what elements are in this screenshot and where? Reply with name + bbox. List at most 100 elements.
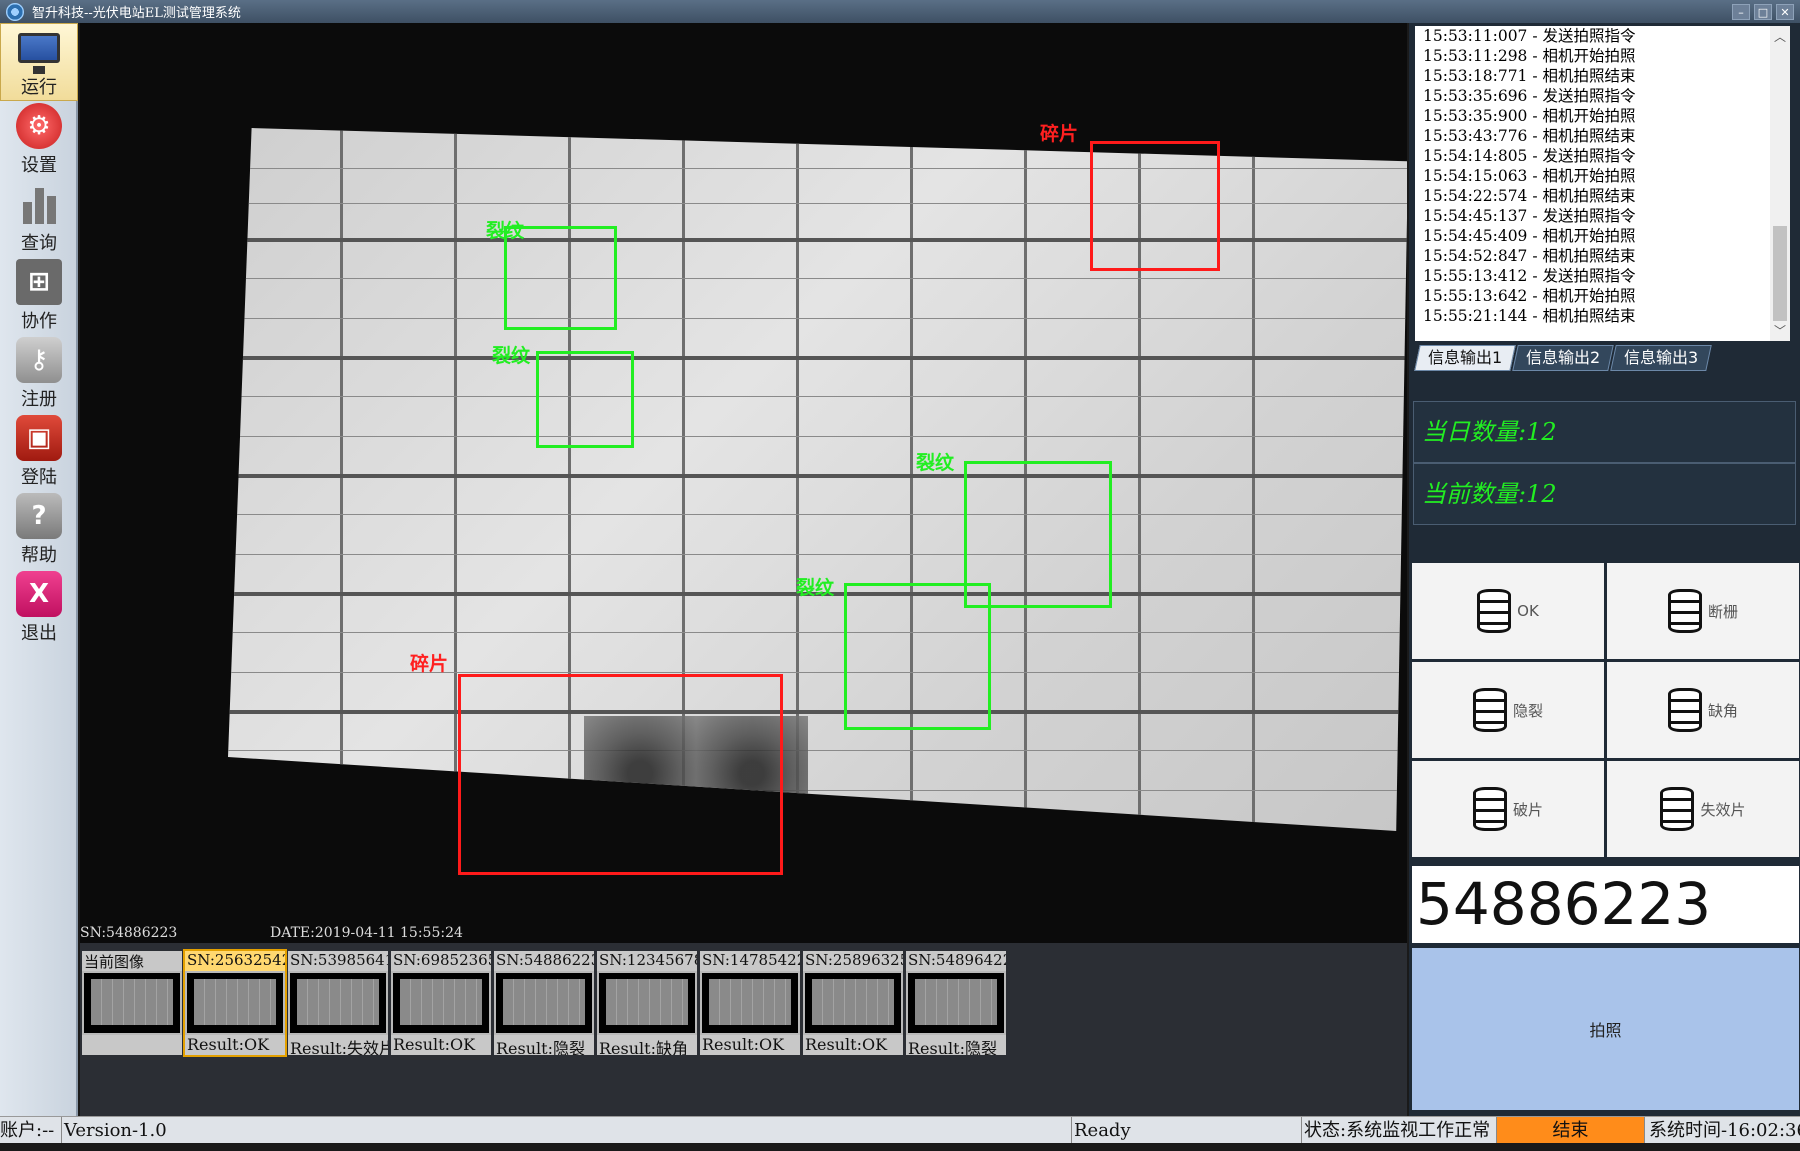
thumbnail-result: Result:失效片 (288, 1035, 388, 1055)
shoot-button[interactable]: 拍照 (1412, 948, 1799, 1110)
maximize-button[interactable]: □ (1754, 3, 1772, 20)
thumbnail-item[interactable]: SN:25632542 Result:OK (183, 949, 287, 1057)
sidebar-item-collab[interactable]: ⊞ 协作 (0, 257, 78, 335)
category-label: 失效片 (1700, 800, 1746, 819)
thumbnail-image (908, 973, 1004, 1033)
category-hidden-crack-button[interactable]: 隐裂 (1412, 662, 1604, 758)
thumbnail-item[interactable]: SN:14785422 Result:OK (700, 951, 800, 1055)
log-line: 15:55:13:642 - 相机开始拍照 (1423, 287, 1636, 305)
database-icon (1660, 787, 1695, 831)
tab-output-2[interactable]: 信息输出2 (1512, 345, 1615, 371)
defect-label: 裂纹 (916, 452, 955, 474)
current-count: 当前数量:12 (1413, 463, 1796, 525)
key-icon: ⚷ (16, 337, 62, 383)
title-bar: 智升科技--光伏电站EL测试管理系统 – □ ✕ (0, 0, 1800, 23)
category-label: 隐裂 (1512, 701, 1543, 720)
log-scrollbar[interactable]: ︿ ﹀ (1770, 26, 1790, 341)
status-account: 账户:-- (0, 1116, 62, 1144)
log-line: 15:53:35:696 - 发送拍照指令 (1423, 87, 1636, 105)
database-icon (1472, 688, 1507, 732)
sidebar-item-label: 协作 (21, 311, 57, 332)
thumbnail-image (393, 973, 489, 1033)
defect-box-fragment[interactable] (458, 674, 783, 875)
thumbnail-image (805, 973, 901, 1033)
thumbnail-item[interactable]: SN:53985641 Result:失效片 (288, 951, 388, 1055)
log-line: 15:54:15:063 - 相机开始拍照 (1423, 167, 1636, 185)
thumbnail-sn: SN:54886223 (494, 951, 594, 971)
tab-output-3[interactable]: 信息输出3 (1610, 345, 1713, 371)
defect-box-crack[interactable] (504, 226, 617, 330)
image-date-text: DATE:2019-04-11 15:55:24 (270, 925, 463, 941)
thumbnail-item[interactable]: SN:54886223 Result:隐裂 (494, 951, 594, 1055)
sidebar-item-exit[interactable]: X 退出 (0, 569, 78, 647)
id-card-icon: ▣ (16, 415, 62, 461)
category-broken-grid-button[interactable]: 断栅 (1607, 563, 1799, 659)
thumbnail-strip: 当前图像 SN:25632542 Result:OK SN:53985641 R… (80, 943, 1407, 1116)
thumbnail-result: Result:缺角 (597, 1035, 697, 1055)
log-line: 15:55:21:144 - 相机拍照结束 (1423, 307, 1636, 325)
minimize-button[interactable]: – (1732, 3, 1750, 20)
category-missing-corner-button[interactable]: 缺角 (1607, 662, 1799, 758)
thumbnail-image (702, 973, 798, 1033)
thumbnail-item[interactable]: SN:54896422 Result:隐裂 (906, 951, 1006, 1055)
log-line: 15:53:18:771 - 相机拍照结束 (1423, 67, 1636, 85)
thumbnail-sn: SN:53985641 (288, 951, 388, 971)
category-label: 断栅 (1707, 602, 1738, 621)
thumbnail-sn: SN:69852365 (391, 951, 491, 971)
scroll-up-icon[interactable]: ︿ (1770, 28, 1790, 45)
tab-label: 信息输出2 (1526, 348, 1601, 367)
el-image-viewer[interactable]: 碎片 裂纹 裂纹 裂纹 裂纹 碎片 (80, 23, 1407, 943)
log-line: 15:53:35:900 - 相机开始拍照 (1423, 107, 1636, 125)
window-title: 智升科技--光伏电站EL测试管理系统 (32, 6, 241, 21)
sidebar-item-query[interactable]: 查询 (0, 179, 78, 257)
solar-panel-image (228, 128, 1407, 868)
scroll-thumb[interactable] (1773, 226, 1787, 321)
category-label: 破片 (1512, 800, 1543, 819)
sidebar-item-login[interactable]: ▣ 登陆 (0, 413, 78, 491)
log-line: 15:53:11:298 - 相机开始拍照 (1423, 47, 1636, 65)
database-icon (1477, 589, 1512, 633)
sidebar-item-label: 查询 (21, 233, 57, 254)
sidebar-item-help[interactable]: ? 帮助 (0, 491, 78, 569)
log-line: 15:53:43:776 - 相机拍照结束 (1423, 127, 1636, 145)
today-count: 当日数量:12 (1413, 401, 1796, 463)
defect-label: 碎片 (410, 653, 449, 675)
thumbnail-item[interactable]: SN:25896325 Result:OK (803, 951, 903, 1055)
close-button[interactable]: ✕ (1776, 3, 1794, 20)
status-ready: Ready (1072, 1116, 1302, 1144)
defect-label: 裂纹 (492, 345, 531, 367)
log-line: 15:54:52:847 - 相机拍照结束 (1423, 247, 1636, 265)
scroll-down-icon[interactable]: ﹀ (1770, 322, 1790, 339)
database-icon (1667, 589, 1702, 633)
thumbnail-current[interactable]: 当前图像 (82, 951, 182, 1055)
defect-box-crack[interactable] (844, 583, 991, 730)
thumbnail-image (496, 973, 592, 1033)
app-logo-icon (6, 2, 24, 21)
thumbnail-item[interactable]: SN:69852365 Result:OK (391, 951, 491, 1055)
category-ok-button[interactable]: OK (1412, 563, 1604, 659)
sidebar-item-label: 设置 (21, 155, 57, 176)
category-label: 缺角 (1707, 701, 1738, 720)
log-line: 15:54:22:574 - 相机拍照结束 (1423, 187, 1636, 205)
sidebar-item-register[interactable]: ⚷ 注册 (0, 335, 78, 413)
thumbnail-result (82, 1035, 182, 1055)
sidebar-item-settings[interactable]: ⚙ 设置 (0, 101, 78, 179)
log-line: 15:54:14:805 - 发送拍照指令 (1423, 147, 1636, 165)
defect-box-crack[interactable] (536, 351, 634, 448)
sidebar-item-run[interactable]: 运行 (0, 23, 78, 101)
category-failed-piece-button[interactable]: 失效片 (1607, 761, 1799, 857)
category-broken-piece-button[interactable]: 破片 (1412, 761, 1604, 857)
right-panel: 15:53:11:007 - 发送拍照指令 15:53:11:298 - 相机开… (1409, 23, 1800, 1116)
tab-output-1[interactable]: 信息输出1 (1414, 345, 1516, 371)
thumbnail-item[interactable]: SN:12345678 Result:缺角 (597, 951, 697, 1055)
thumbnail-result: Result:隐裂 (906, 1035, 1006, 1055)
bottom-strip (0, 1143, 1800, 1151)
thumbnail-sn: SN:25896325 (803, 951, 903, 971)
defect-box-fragment[interactable] (1090, 141, 1220, 271)
sidebar: 运行 ⚙ 设置 查询 ⊞ 协作 ⚷ 注册 ▣ 登陆 ? 帮助 X 退出 (0, 23, 78, 1116)
log-output[interactable]: 15:53:11:007 - 发送拍照指令 15:53:11:298 - 相机开… (1415, 26, 1790, 341)
status-version: Version-1.0 (62, 1116, 1072, 1144)
status-end-badge: 结束 (1497, 1116, 1645, 1144)
thumbnail-sn: SN:25632542 (185, 951, 285, 971)
image-sn-text: SN:54886223 (80, 925, 178, 941)
